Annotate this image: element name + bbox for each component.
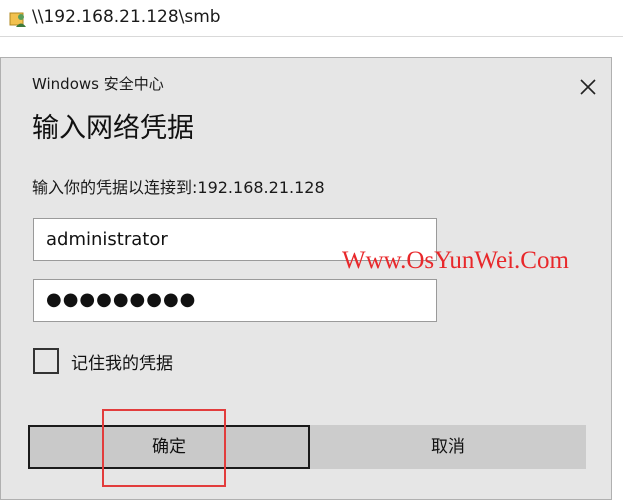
dialog-subtitle: 输入你的凭据以连接到:192.168.21.128 xyxy=(32,178,325,197)
remember-checkbox[interactable] xyxy=(33,348,59,374)
credentials-dialog: Windows 安全中心 输入网络凭据 输入你的凭据以连接到:192.168.2… xyxy=(0,57,612,500)
watermark: Www.OsYunWei.Com xyxy=(342,247,569,274)
dialog-title-bar: Windows 安全中心 xyxy=(1,58,611,106)
password-field[interactable] xyxy=(33,279,437,322)
dialog-title: Windows 安全中心 xyxy=(32,75,164,93)
close-icon xyxy=(580,79,596,95)
page: \\192.168.21.128\smb Windows 安全中心 输入网络凭据… xyxy=(0,0,623,500)
ok-button[interactable]: 确定 xyxy=(28,425,310,469)
dialog-heading: 输入网络凭据 xyxy=(32,113,194,144)
address-path: \\192.168.21.128\smb xyxy=(32,7,221,27)
remember-label: 记住我的凭据 xyxy=(71,354,173,374)
close-button[interactable] xyxy=(571,70,605,104)
network-user-folder-icon xyxy=(8,9,28,29)
address-bar[interactable]: \\192.168.21.128\smb xyxy=(0,0,623,37)
cancel-button[interactable]: 取消 xyxy=(310,425,586,469)
